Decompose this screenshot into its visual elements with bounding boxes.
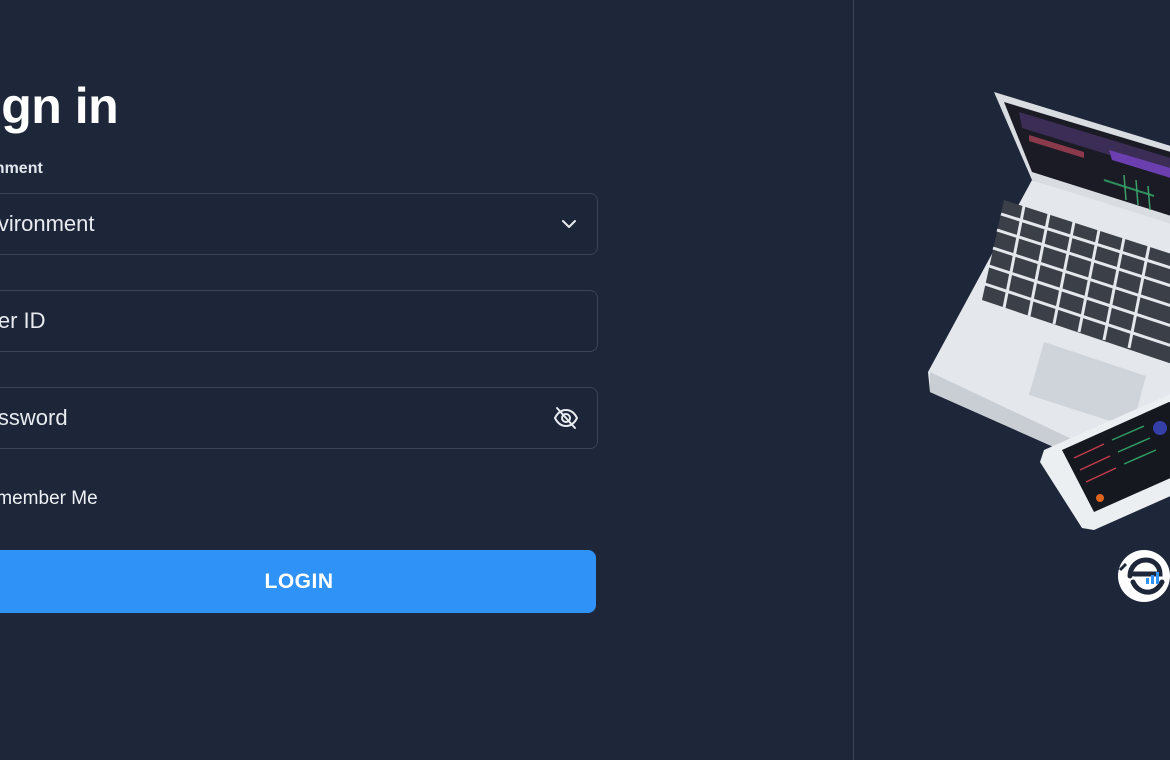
user-id-placeholder: User ID: [0, 308, 46, 333]
login-button[interactable]: LOGIN: [0, 550, 596, 613]
environment-label: Environment: [0, 160, 43, 177]
illustration-panel: [854, 0, 1170, 760]
environment-select[interactable]: Environment: [0, 193, 598, 255]
environment-selected-value: Environment: [0, 211, 95, 236]
password-placeholder: Password: [0, 405, 68, 430]
laptop-phone-illustration: [928, 92, 1170, 530]
remember-me-label: Remember Me: [0, 488, 98, 509]
user-id-input[interactable]: User ID: [0, 290, 598, 352]
remember-me[interactable]: Remember Me: [0, 486, 98, 512]
page-title: Sign in: [0, 78, 119, 134]
eye-off-icon[interactable]: [553, 405, 579, 431]
login-panel: Sign in Environment Environment User ID …: [0, 0, 853, 760]
password-input[interactable]: Password: [0, 387, 598, 449]
logo-icon: [1118, 550, 1170, 602]
login-page: Sign in Environment Environment User ID …: [0, 0, 1170, 760]
chevron-down-icon[interactable]: [559, 214, 579, 234]
